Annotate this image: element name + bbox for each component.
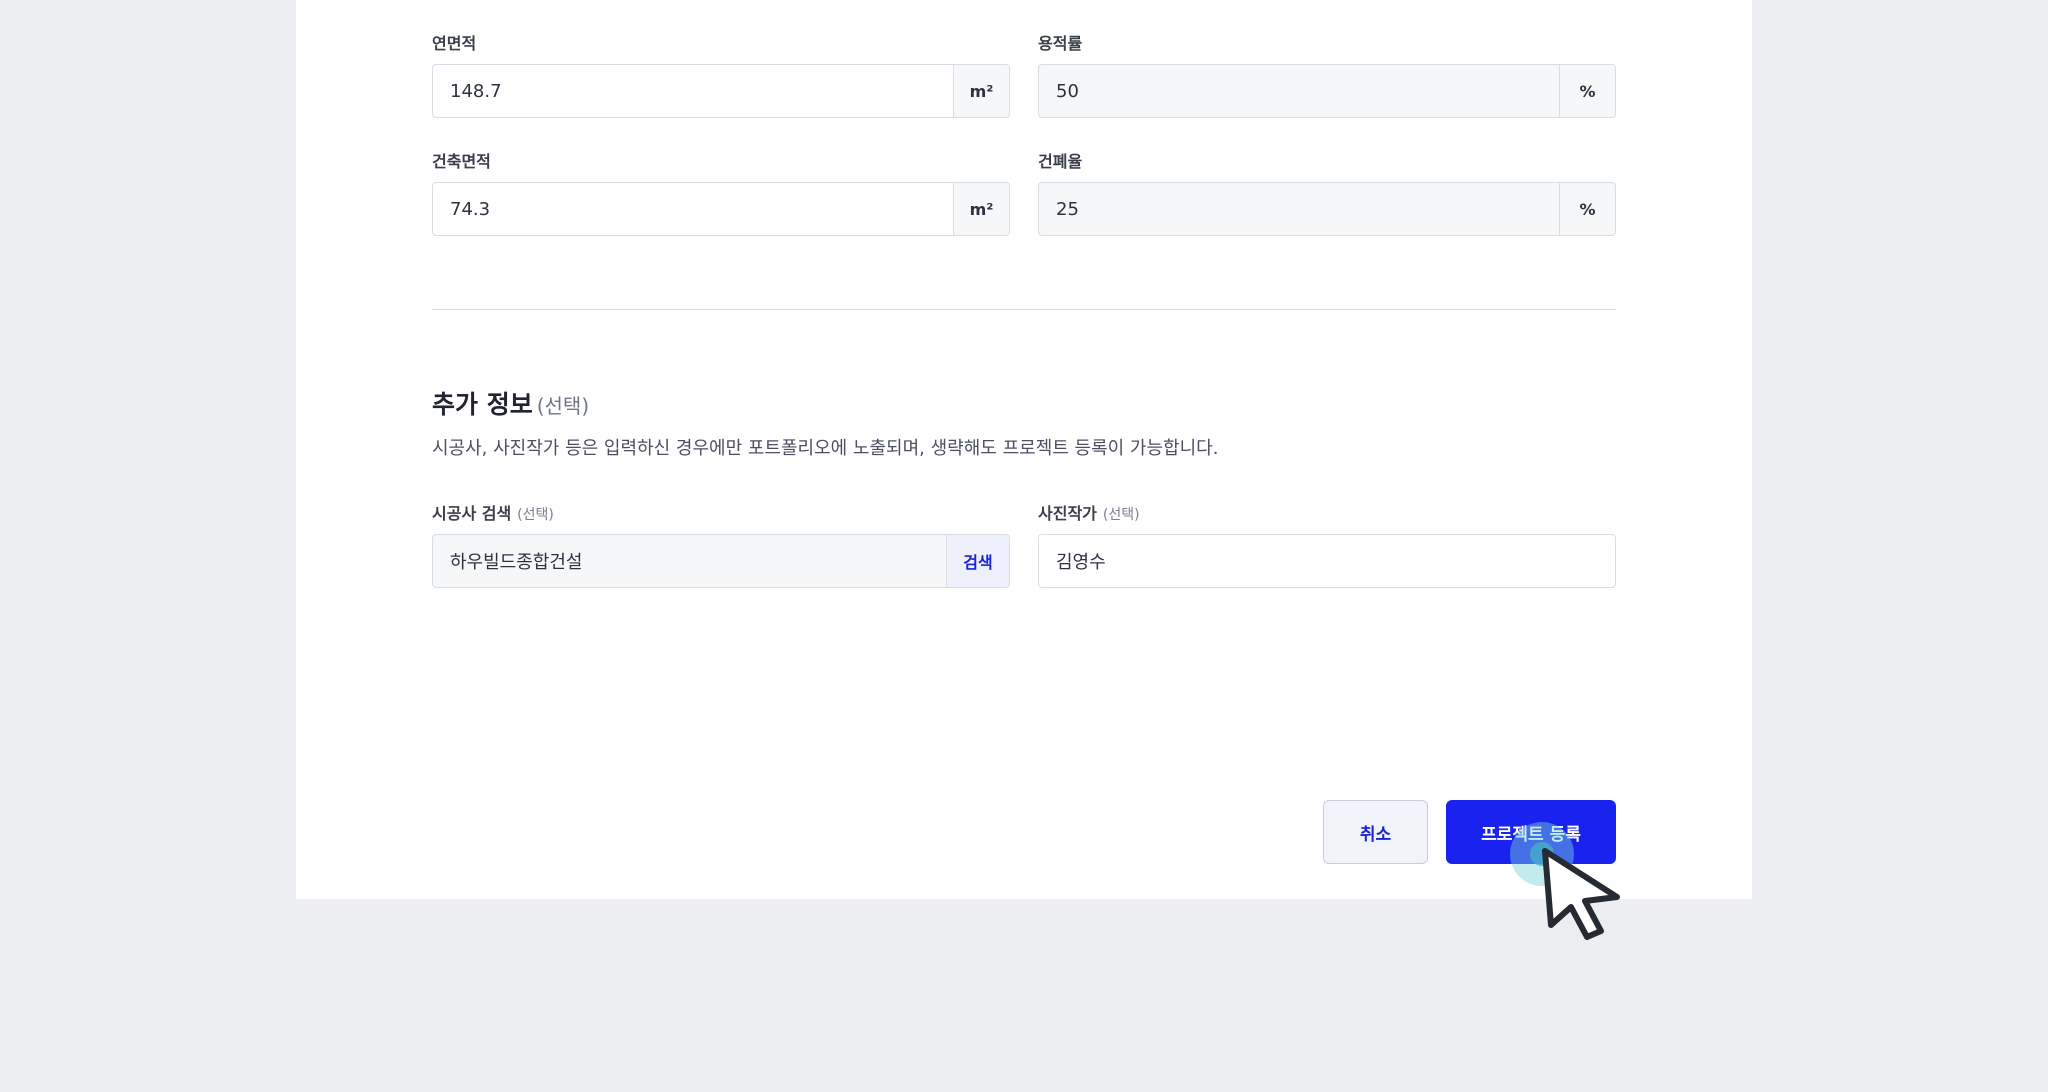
building-coverage-ratio-unit: % xyxy=(1559,183,1615,235)
contractor-optional: (선택) xyxy=(517,507,554,523)
floor-area-ratio-field: 50 % xyxy=(1038,64,1616,118)
building-area-unit: m² xyxy=(953,183,1009,235)
section-divider xyxy=(432,309,1616,310)
gross-floor-area-field[interactable]: 148.7 m² xyxy=(432,64,1010,118)
gross-floor-area-unit: m² xyxy=(953,65,1009,117)
mouse-pointer-icon xyxy=(1542,848,1620,940)
contractor-search-button[interactable]: 검색 xyxy=(946,535,1009,587)
cancel-button[interactable]: 취소 xyxy=(1323,800,1428,864)
contractor-search-field[interactable]: 하우빌드종합건설 검색 xyxy=(432,534,1010,588)
gross-floor-area-input[interactable]: 148.7 xyxy=(433,65,953,117)
building-area-field[interactable]: 74.3 m² xyxy=(432,182,1010,236)
building-coverage-ratio-field: 25 % xyxy=(1038,182,1616,236)
contractor-input[interactable]: 하우빌드종합건설 xyxy=(433,535,946,587)
additional-info-title: 추가 정보 (선택) xyxy=(432,390,590,419)
additional-info-description: 시공사, 사진작가 등은 입력하신 경우에만 포트폴리오에 노출되며, 생략해도… xyxy=(432,438,1219,459)
building-area-input[interactable]: 74.3 xyxy=(433,183,953,235)
photographer-label: 사진작가 (선택) xyxy=(1038,504,1140,523)
additional-info-optional: (선택) xyxy=(536,394,590,418)
photographer-input[interactable]: 김영수 xyxy=(1039,535,1615,587)
floor-area-ratio-value: 50 xyxy=(1056,80,1079,102)
photographer-field[interactable]: 김영수 xyxy=(1038,534,1616,588)
floor-area-ratio-unit: % xyxy=(1559,65,1615,117)
building-area-label: 건축면적 xyxy=(432,152,491,171)
photographer-optional: (선택) xyxy=(1102,507,1140,523)
contractor-label: 시공사 검색 (선택) xyxy=(432,504,554,523)
building-coverage-ratio-value: 25 xyxy=(1056,198,1079,220)
building-coverage-ratio-label: 건폐율 xyxy=(1038,152,1083,171)
floor-area-ratio-label: 용적률 xyxy=(1038,34,1083,53)
gross-floor-area-label: 연면적 xyxy=(432,34,477,53)
